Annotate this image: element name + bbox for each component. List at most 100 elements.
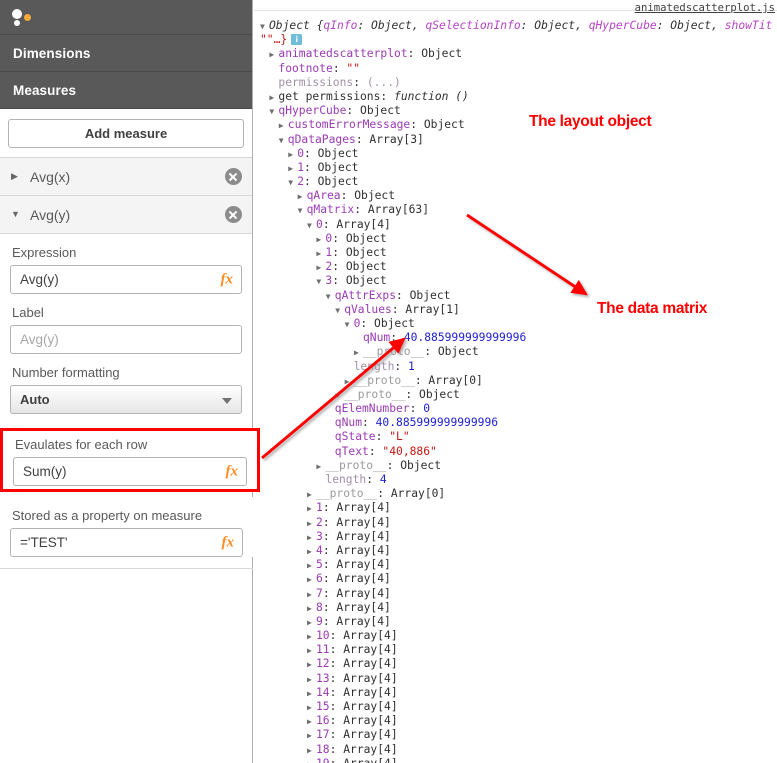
source-file-link[interactable]: animatedscatterplot.js (635, 2, 775, 14)
tree-row[interactable]: ▶ 6: Array[4] (260, 572, 777, 586)
number-formatting-select[interactable]: Auto (10, 385, 242, 414)
chevron-right-icon[interactable]: ▶ (345, 375, 354, 389)
tree-row[interactable]: ▶ 16: Array[4] (260, 714, 777, 728)
tree-row[interactable]: qText: "40,886" (260, 445, 777, 459)
section-measures[interactable]: Measures (0, 72, 252, 109)
tree-row[interactable]: ▼ 2: Object (260, 175, 777, 189)
chevron-right-icon[interactable]: ▶ (307, 488, 316, 502)
tree-row[interactable]: qNum: 40.885999999999996 (260, 416, 777, 430)
label-input[interactable]: Avg(y) (10, 325, 242, 354)
tree-row[interactable]: ▶ __proto__: Array[0] (260, 487, 777, 501)
stored-input[interactable]: ='TEST' fx (10, 528, 243, 557)
measure-item-avg-y[interactable]: ▼ Avg(y) (0, 196, 252, 234)
chevron-right-icon[interactable]: ▶ (354, 346, 363, 360)
tree-row[interactable]: ▶ 7: Array[4] (260, 587, 777, 601)
info-icon[interactable]: i (291, 34, 303, 46)
chevron-down-icon[interactable]: ▼ (298, 204, 307, 218)
tree-row[interactable]: qState: "L" (260, 430, 777, 444)
measure-item-avg-x[interactable]: ▶ Avg(x) (0, 158, 252, 196)
chevron-right-icon[interactable]: ▶ (279, 119, 288, 133)
tree-row[interactable]: ▶ 8: Array[4] (260, 601, 777, 615)
tree-row[interactable]: ▶ 12: Array[4] (260, 657, 777, 671)
tree-row[interactable]: ▶ get permissions: function () (260, 90, 777, 104)
chevron-down-icon[interactable]: ▼ (288, 176, 297, 190)
tree-row[interactable]: ▶ 17: Array[4] (260, 728, 777, 742)
tree-row[interactable]: ▼ qDataPages: Array[3] (260, 133, 777, 147)
chevron-right-icon[interactable]: ▶ (11, 172, 24, 181)
tree-row[interactable]: qElemNumber: 0 (260, 402, 777, 416)
tree-row[interactable]: ▼ qMatrix: Array[63] (260, 203, 777, 217)
fx-icon[interactable]: fx (222, 535, 235, 550)
chevron-right-icon[interactable]: ▶ (307, 744, 316, 758)
chevron-down-icon[interactable]: ▼ (335, 304, 344, 318)
section-dimensions[interactable]: Dimensions (0, 35, 252, 72)
tree-row[interactable]: length: 4 (260, 473, 777, 487)
tree-row[interactable]: ▶ 1: Array[4] (260, 501, 777, 515)
tree-row[interactable]: ▶ 0: Object (260, 232, 777, 246)
tree-row[interactable]: ▶ 15: Array[4] (260, 700, 777, 714)
chevron-right-icon[interactable]: ▶ (307, 729, 316, 743)
delete-measure-icon[interactable] (225, 206, 242, 223)
chevron-right-icon[interactable]: ▶ (307, 559, 316, 573)
chevron-right-icon[interactable]: ▶ (307, 502, 316, 516)
tree-row[interactable]: ▶ __proto__: Array[0] (260, 374, 777, 388)
chevron-right-icon[interactable]: ▶ (307, 517, 316, 531)
chevron-right-icon[interactable]: ▶ (307, 687, 316, 701)
tree-row[interactable]: ▶ __proto__: Object (260, 388, 777, 402)
chevron-right-icon[interactable]: ▶ (307, 715, 316, 729)
chevron-down-icon[interactable]: ▼ (345, 318, 354, 332)
tree-row[interactable]: ▶ __proto__: Object (260, 459, 777, 473)
tree-row[interactable]: length: 1 (260, 360, 777, 374)
chevron-right-icon[interactable]: ▶ (335, 389, 344, 403)
chevron-down-icon[interactable]: ▼ (11, 210, 24, 219)
delete-measure-icon[interactable] (225, 168, 242, 185)
chevron-right-icon[interactable]: ▶ (307, 588, 316, 602)
expression-input[interactable]: Avg(y) fx (10, 265, 242, 294)
console-header-line-1[interactable]: ▼ Object {qInfo: Object, qSelectionInfo: … (260, 19, 777, 33)
chevron-right-icon[interactable]: ▶ (307, 758, 316, 763)
tree-row[interactable]: ▼ qHyperCube: Object (260, 104, 777, 118)
tree-row[interactable]: ▶ customErrorMessage: Object (260, 118, 777, 132)
chevron-right-icon[interactable]: ▶ (288, 148, 297, 162)
tree-row[interactable]: ▶ 14: Array[4] (260, 686, 777, 700)
fx-icon[interactable]: fx (221, 272, 234, 287)
chevron-right-icon[interactable]: ▶ (307, 644, 316, 658)
chevron-right-icon[interactable]: ▶ (298, 190, 307, 204)
tree-row[interactable]: ▶ 3: Array[4] (260, 530, 777, 544)
tree-row[interactable]: ▼ 0: Array[4] (260, 218, 777, 232)
chevron-down-icon[interactable]: ▼ (307, 219, 316, 233)
chevron-right-icon[interactable]: ▶ (307, 630, 316, 644)
chevron-down-icon[interactable]: ▼ (260, 20, 269, 34)
tree-row[interactable]: ▶ 18: Array[4] (260, 743, 777, 757)
chevron-right-icon[interactable]: ▶ (307, 616, 316, 630)
add-measure-button[interactable]: Add measure (8, 119, 244, 148)
fx-icon[interactable]: fx (226, 464, 239, 479)
tree-row[interactable]: ▶ 1: Object (260, 246, 777, 260)
chevron-right-icon[interactable]: ▶ (307, 545, 316, 559)
tree-row[interactable]: ▶ __proto__: Object (260, 345, 777, 359)
tree-row[interactable]: ▶ 5: Array[4] (260, 558, 777, 572)
tree-row[interactable]: ▶ animatedscatterplot: Object (260, 47, 777, 61)
tree-row[interactable]: ▶ 2: Object (260, 260, 777, 274)
tree-row[interactable]: ▶ 1: Object (260, 161, 777, 175)
tree-row[interactable]: qNum: 40.885999999999996 (260, 331, 777, 345)
tree-row[interactable]: ▶ 11: Array[4] (260, 643, 777, 657)
tree-row[interactable]: ▶ 4: Array[4] (260, 544, 777, 558)
chevron-right-icon[interactable]: ▶ (307, 658, 316, 672)
tree-row[interactable]: ▶ 0: Object (260, 147, 777, 161)
chevron-right-icon[interactable]: ▶ (288, 162, 297, 176)
tree-row[interactable]: footnote: "" (260, 62, 777, 76)
chevron-right-icon[interactable]: ▶ (307, 573, 316, 587)
chevron-down-icon[interactable]: ▼ (326, 290, 335, 304)
tree-row[interactable]: ▶ 13: Array[4] (260, 672, 777, 686)
tree-row[interactable]: ▼ 3: Object (260, 274, 777, 288)
tree-row[interactable]: ▶19: Array[4] (260, 757, 777, 763)
tree-row[interactable]: ▶ qArea: Object (260, 189, 777, 203)
chevron-right-icon[interactable]: ▶ (307, 701, 316, 715)
chevron-right-icon[interactable]: ▶ (307, 673, 316, 687)
tree-row[interactable]: ▶ 9: Array[4] (260, 615, 777, 629)
tree-row[interactable]: ▼ 0: Object (260, 317, 777, 331)
chevron-right-icon[interactable]: ▶ (307, 602, 316, 616)
tree-row[interactable]: ▶ 2: Array[4] (260, 516, 777, 530)
evaluates-input[interactable]: Sum(y) fx (13, 457, 247, 486)
